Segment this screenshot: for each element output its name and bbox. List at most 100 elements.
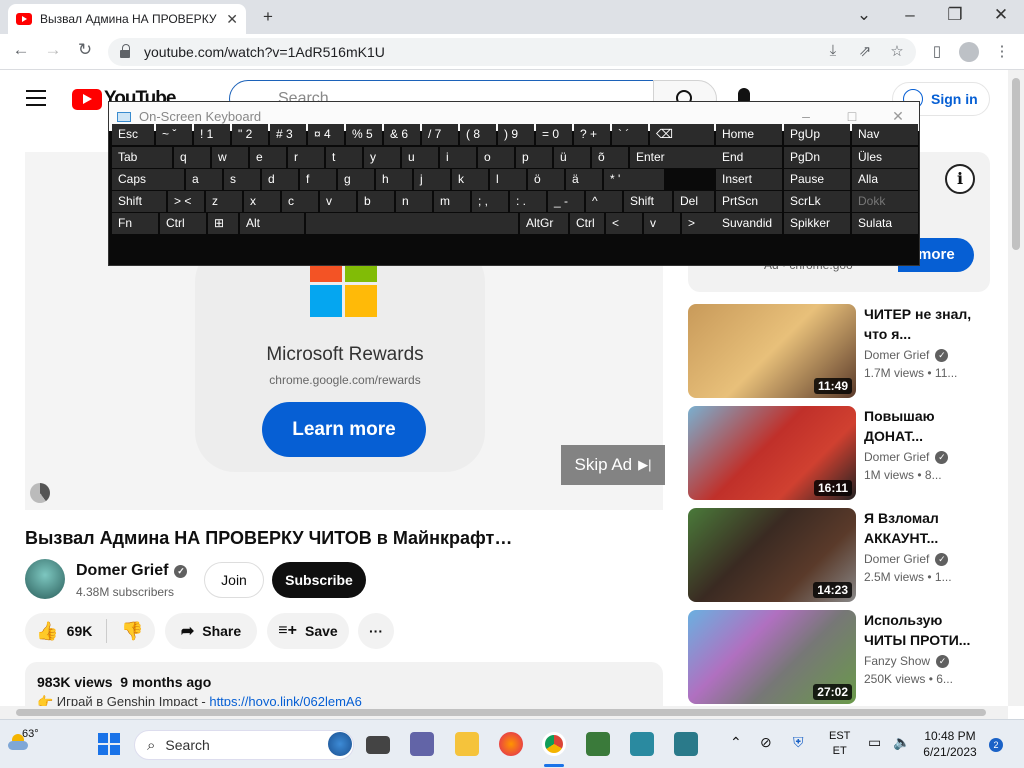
osk-key[interactable]: c bbox=[282, 191, 318, 212]
osk-key[interactable]: Shift bbox=[624, 191, 672, 212]
file-explorer-icon[interactable] bbox=[455, 732, 479, 756]
osk-key[interactable]: Üles bbox=[852, 147, 918, 168]
related-video[interactable]: 11:49 ЧИТЕР не знал, что я... Domer Grie… bbox=[688, 304, 988, 400]
osk-key[interactable]: o bbox=[478, 147, 514, 168]
hamburger-menu-icon[interactable] bbox=[26, 90, 46, 106]
back-arrow-icon[interactable]: ← bbox=[10, 40, 32, 60]
osk-key[interactable]: Ctrl bbox=[570, 213, 604, 234]
osk-key[interactable]: i bbox=[440, 147, 476, 168]
osk-key[interactable]: e bbox=[250, 147, 286, 168]
related-channel[interactable]: Fanzy Show bbox=[864, 654, 930, 668]
osk-key[interactable]: v bbox=[320, 191, 356, 212]
osk-key[interactable]: > < bbox=[168, 191, 204, 212]
osk-key[interactable]: m bbox=[434, 191, 470, 212]
skip-ad-button[interactable]: Skip Ad ▶| bbox=[561, 445, 665, 485]
osk-key[interactable]: Nav bbox=[852, 124, 918, 145]
related-channel[interactable]: Domer Grief bbox=[864, 348, 929, 362]
reload-icon[interactable]: ↻ bbox=[74, 40, 96, 60]
related-video[interactable]: 16:11 Повышаю ДОНАТ... Domer Grief ✓ 1M v… bbox=[688, 406, 988, 502]
video-thumbnail[interactable]: 27:02 bbox=[688, 610, 856, 704]
video-thumbnail[interactable]: 11:49 bbox=[688, 304, 856, 398]
chrome-menu-icon[interactable]: ⋮ bbox=[992, 42, 1012, 60]
osk-key[interactable]: v bbox=[644, 213, 680, 234]
taskbar-search-box[interactable]: ⌕ Search bbox=[134, 730, 354, 760]
new-tab-button[interactable]: + bbox=[256, 2, 280, 32]
join-button[interactable]: Join bbox=[204, 562, 264, 598]
osk-key[interactable]: ^ bbox=[586, 191, 622, 212]
osk-key[interactable]: b bbox=[358, 191, 394, 212]
share-button[interactable]: ➦ Share bbox=[165, 613, 257, 649]
profile-avatar-icon[interactable] bbox=[959, 42, 979, 62]
osk-key[interactable]: Insert bbox=[716, 169, 782, 190]
osk-key[interactable]: ; , bbox=[472, 191, 508, 212]
osk-key[interactable]: õ bbox=[592, 147, 628, 168]
osk-key[interactable]: # 3 bbox=[270, 124, 306, 145]
osk-key[interactable]: Tab bbox=[112, 147, 172, 168]
more-actions-button[interactable]: ··· bbox=[358, 613, 394, 649]
install-app-icon[interactable]: ⤓ bbox=[823, 42, 843, 59]
security-shield-icon[interactable]: ⛨ bbox=[793, 734, 804, 751]
osk-key[interactable]: ä bbox=[566, 169, 602, 190]
task-view-icon[interactable] bbox=[366, 736, 390, 754]
learn-more-button[interactable]: Learn more bbox=[262, 402, 426, 457]
osk-key[interactable]: x bbox=[244, 191, 280, 212]
osk-key[interactable]: ( 8 bbox=[460, 124, 496, 145]
video-thumbnail[interactable]: 14:23 bbox=[688, 508, 856, 602]
system-clock[interactable]: 10:48 PM 6/21/2023 bbox=[918, 728, 982, 760]
osk-key[interactable]: " 2 bbox=[232, 124, 268, 145]
osk-key[interactable]: ¤ 4 bbox=[308, 124, 344, 145]
horizontal-scrollbar[interactable] bbox=[0, 706, 1008, 719]
osk-key[interactable]: ScrLk bbox=[784, 191, 850, 212]
on-screen-keyboard[interactable]: On-Screen Keyboard – □ ✕ Esc ~ ˇ! 1 " 2 # 3… bbox=[108, 101, 920, 266]
osk-key[interactable]: PgUp bbox=[784, 124, 850, 145]
osk-key[interactable]: PrtScn bbox=[716, 191, 782, 212]
osk-key[interactable] bbox=[306, 213, 518, 234]
bookmark-star-icon[interactable]: ☆ bbox=[887, 42, 907, 60]
osk-key[interactable]: ~ ˇ bbox=[156, 124, 192, 145]
osk-key[interactable]: ü bbox=[554, 147, 590, 168]
tab-search-icon[interactable]: ⌄ bbox=[852, 0, 876, 30]
osk-key[interactable]: * ' bbox=[604, 169, 664, 190]
app-icon-2[interactable] bbox=[630, 732, 654, 756]
side-panel-icon[interactable]: ▯ bbox=[927, 42, 947, 60]
teams-chat-icon[interactable] bbox=[410, 732, 434, 756]
osk-key[interactable]: Spikker bbox=[784, 213, 850, 234]
display-icon[interactable]: ▭ bbox=[868, 734, 881, 751]
osk-key[interactable]: ! 1 bbox=[194, 124, 230, 145]
start-windows-icon[interactable] bbox=[98, 733, 120, 755]
osk-key[interactable]: u bbox=[402, 147, 438, 168]
osk-key[interactable]: Suvandid bbox=[716, 213, 782, 234]
app-icon-1[interactable] bbox=[586, 732, 610, 756]
osk-key[interactable]: Pause bbox=[784, 169, 850, 190]
osk-key[interactable]: < bbox=[606, 213, 642, 234]
tray-chevron-icon[interactable]: ⌃ bbox=[730, 734, 742, 751]
address-bar[interactable]: youtube.com/watch?v=1AdR516mK1U bbox=[108, 38, 916, 66]
save-button[interactable]: ≡+ Save bbox=[267, 613, 349, 649]
osk-key[interactable]: f bbox=[300, 169, 336, 190]
network-off-icon[interactable]: ⊘ bbox=[760, 734, 772, 751]
channel-name-row[interactable]: Domer Grief ✓ bbox=[76, 562, 188, 580]
app-icon-3[interactable] bbox=[674, 732, 698, 756]
osk-key[interactable]: : . bbox=[510, 191, 546, 212]
osk-key[interactable]: Alt bbox=[240, 213, 304, 234]
close-window-button[interactable]: ✕ bbox=[989, 0, 1013, 30]
osk-key[interactable]: Enter bbox=[630, 147, 720, 168]
osk-key[interactable]: r bbox=[288, 147, 324, 168]
notification-badge[interactable]: 2 bbox=[989, 738, 1003, 752]
dislike-button[interactable]: 👎 bbox=[121, 621, 143, 642]
osk-key[interactable]: AltGr bbox=[520, 213, 568, 234]
osk-key[interactable]: = 0 bbox=[536, 124, 572, 145]
osk-key[interactable]: w bbox=[212, 147, 248, 168]
osk-key[interactable]: Esc bbox=[112, 124, 154, 145]
related-channel[interactable]: Domer Grief bbox=[864, 552, 929, 566]
osk-key[interactable]: ö bbox=[528, 169, 564, 190]
related-video[interactable]: 14:23 Я Взломал АККАУНТ... Domer Grief ✓ … bbox=[688, 508, 988, 604]
osk-key[interactable]: / 7 bbox=[422, 124, 458, 145]
bing-icon[interactable] bbox=[328, 732, 352, 756]
osk-key[interactable]: End bbox=[716, 147, 782, 168]
osk-key[interactable]: Home bbox=[716, 124, 782, 145]
osk-key[interactable]: a bbox=[186, 169, 222, 190]
share-page-icon[interactable]: ⇗ bbox=[855, 42, 875, 60]
osk-key[interactable]: l bbox=[490, 169, 526, 190]
osk-key[interactable]: & 6 bbox=[384, 124, 420, 145]
